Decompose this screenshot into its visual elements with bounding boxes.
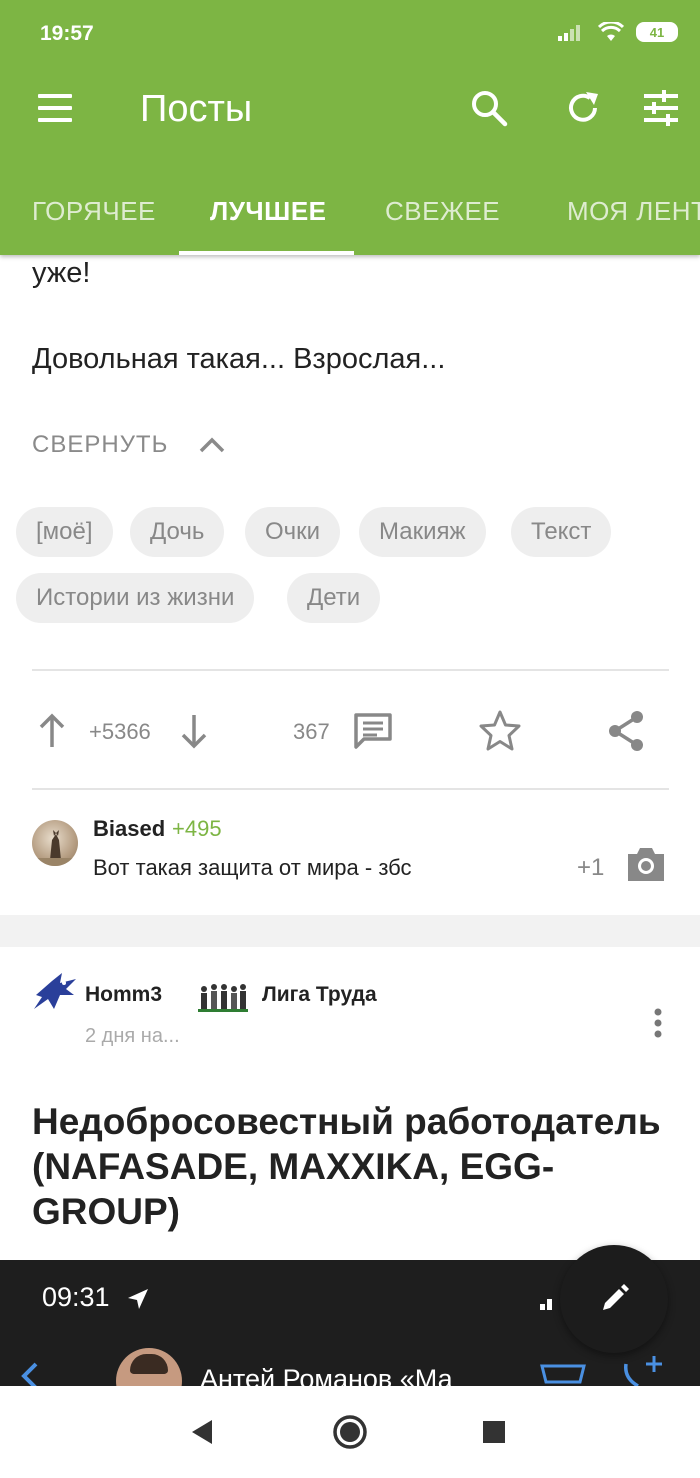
avatar[interactable] [32,820,78,866]
workers-league-community-icon[interactable] [198,981,248,1013]
post-card: Homm3 Лига Труда 2 дня на... Недобросове… [0,947,700,1260]
collapse-button[interactable]: СВЕРНУТЬ [32,431,226,459]
search-icon [472,91,508,127]
filter-button[interactable] [639,86,683,130]
location-arrow-icon [128,1289,148,1309]
refresh-icon [569,92,598,122]
chevron-up-icon [200,437,225,453]
share-icon[interactable] [606,709,646,753]
back-chevron-icon [21,1362,38,1386]
comment-author-rating: +495 [172,816,222,841]
tab-best[interactable]: ЛУЧШЕЕ [210,196,327,227]
homm3-community-icon[interactable] [32,971,78,1015]
comments-count[interactable]: 367 [293,719,330,745]
post-rating: +5366 [89,719,151,744]
search-button[interactable] [467,86,511,130]
tab-my-feed[interactable]: МОЯ ЛЕНТ [567,196,700,227]
tag[interactable]: Очки [245,507,341,557]
preview-time: 09:31 [42,1282,110,1312]
tag[interactable]: [моё] [16,507,113,557]
post-actions: +5366 367 [0,695,700,765]
comment-text: Вот такая защита от мира - збс [93,855,412,880]
post-time: 2 дня на... [85,1025,180,1047]
page-title: Посты [140,88,253,130]
tab-fresh[interactable]: СВЕЖЕЕ [385,196,500,227]
nav-back-icon[interactable] [190,1418,214,1446]
star-icon[interactable] [478,709,522,753]
top-comment[interactable]: Biased +495 Вот такая защита от мира - з… [0,810,700,910]
settings-sliders-icon [644,90,678,126]
status-icons: 41 [558,22,678,42]
upvote-arrow-icon[interactable] [38,713,66,749]
divider [32,669,669,671]
comment-icon[interactable] [352,711,394,751]
signal-icon [540,1299,552,1310]
pencil-icon [603,1284,629,1310]
post-text-line: Довольная такая... Взрослая... [32,343,446,375]
nav-recents-icon[interactable] [482,1420,506,1444]
app-bar: 19:57 41 Посты ГОРЯЧЕЕ ЛУЧШЕЕ СВЕЖЕЕ МОЯ… [0,0,700,255]
feed-tabs: ГОРЯЧЕЕ ЛУЧШЕЕ СВЕЖЕЕ МОЯ ЛЕНТ [0,170,700,255]
community-name[interactable]: Homm3 [85,983,162,1007]
tab-hot[interactable]: ГОРЯЧЕЕ [32,196,156,227]
avatar [116,1348,182,1386]
collapse-label: СВЕРНУТЬ [32,431,169,458]
post-text-line: уже! [32,257,91,289]
signal-icon [558,25,580,41]
camera-icon [628,848,664,881]
tag[interactable]: Макияж [359,507,486,557]
refresh-button[interactable] [561,86,605,130]
divider [32,788,669,790]
cat-avatar-image [32,830,78,866]
comment-rating: +1 [577,854,605,881]
tag[interactable]: Текст [511,507,612,557]
battery-indicator: 41 [636,22,678,42]
downvote-arrow-icon[interactable] [180,713,208,749]
more-vert-icon[interactable] [648,1007,668,1039]
wifi-icon [598,22,624,41]
tag[interactable]: Дети [287,573,381,623]
nav-home-icon[interactable] [332,1414,368,1450]
active-tab-indicator [179,251,354,255]
status-time: 19:57 [40,22,94,45]
tag[interactable]: Истории из жизни [16,573,255,623]
post-card: уже! Довольная такая... Взрослая... СВЕР… [0,255,700,915]
preview-contact-name: Антей Романов «Ма [200,1364,453,1386]
create-post-button[interactable] [560,1245,668,1353]
tag[interactable]: Дочь [130,507,225,557]
add-call-icon [624,1356,662,1386]
community-name[interactable]: Лига Труда [262,983,377,1007]
system-nav-bar [0,1386,700,1478]
post-title[interactable]: Недобросовестный работодатель (NAFASADE,… [32,1099,682,1234]
video-call-icon [540,1364,586,1384]
menu-button[interactable] [38,94,72,122]
comment-author[interactable]: Biased [93,816,165,842]
